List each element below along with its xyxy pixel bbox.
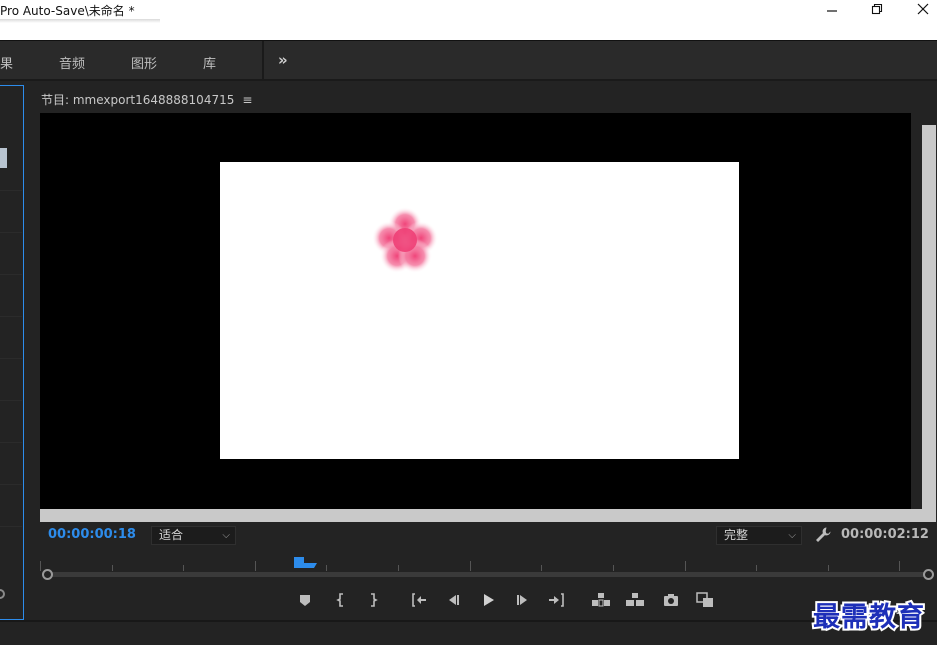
- go-to-in-button[interactable]: [408, 589, 430, 611]
- restore-icon: [871, 3, 883, 15]
- zoom-slider-handle[interactable]: [0, 589, 5, 599]
- more-workspaces-button[interactable]: »: [278, 51, 288, 69]
- app-window: Pro Auto-Save\未命名 * 果 音频 图形 库 » 节目: mmex…: [0, 0, 937, 645]
- panel-row: [0, 442, 22, 443]
- button-editor-button[interactable]: [694, 589, 716, 611]
- play-button[interactable]: [477, 589, 499, 611]
- go-to-in-icon: [412, 593, 426, 607]
- project-panel[interactable]: [0, 85, 24, 620]
- panel-row: [0, 232, 22, 233]
- ruler-tick: [756, 565, 757, 571]
- tab-libraries[interactable]: 库: [203, 53, 216, 72]
- panel-row: [0, 190, 22, 191]
- add-marker-icon: [300, 595, 310, 606]
- zoom-bar-right-handle[interactable]: [923, 569, 934, 580]
- panel-row: [0, 316, 22, 317]
- restore-button[interactable]: [857, 0, 897, 18]
- go-to-out-icon: [549, 593, 564, 607]
- chevron-down-icon: ⌵: [222, 530, 230, 541]
- panel-row: [0, 400, 22, 401]
- lift-icon: [592, 593, 610, 607]
- panel-menu-icon[interactable]: ≡: [242, 93, 252, 107]
- camera-icon: [664, 594, 678, 606]
- time-ruler[interactable]: [40, 557, 928, 571]
- monitor-title: 节目: mmexport1648888104715: [41, 93, 235, 107]
- zoom-bar-left-handle[interactable]: [42, 569, 53, 580]
- watermark-logo: 最需教育: [811, 600, 926, 635]
- play-icon: [484, 594, 494, 606]
- video-frame: [220, 162, 739, 459]
- vertical-scrollbar[interactable]: [922, 125, 936, 509]
- playback-resolution-select[interactable]: 完整 ⌵: [716, 526, 802, 545]
- settings-wrench-icon[interactable]: [814, 526, 832, 544]
- window-title: Pro Auto-Save\未命名 *: [0, 4, 135, 18]
- flower-graphic: [372, 207, 438, 273]
- current-timecode[interactable]: 00:00:00:18: [48, 527, 136, 542]
- extract-button[interactable]: [624, 589, 646, 611]
- playhead-marker[interactable]: [294, 557, 317, 569]
- panel-row: [0, 484, 22, 485]
- panel-row: [0, 526, 22, 527]
- add-marker-button[interactable]: [294, 589, 316, 611]
- export-frame-button[interactable]: [660, 589, 682, 611]
- timeline-zoom-bar[interactable]: [44, 572, 930, 577]
- file-icon: [0, 148, 7, 168]
- program-monitor: 节目: mmexport1648888104715 ≡ 00:00:00:18 …: [30, 85, 937, 620]
- tab-effects[interactable]: 果: [0, 53, 13, 72]
- tab-graphics[interactable]: 图形: [131, 53, 157, 72]
- ruler-tick: [828, 565, 829, 571]
- ruler-tick: [541, 565, 542, 571]
- duration-timecode: 00:00:02:12: [841, 527, 929, 542]
- ruler-tick: [40, 561, 41, 571]
- step-back-icon: [449, 595, 459, 605]
- mark-out-icon: [371, 593, 378, 607]
- title-bar: Pro Auto-Save\未命名 *: [0, 0, 937, 40]
- close-button[interactable]: [903, 0, 937, 18]
- ruler-tick: [685, 561, 686, 571]
- step-forward-button[interactable]: [512, 589, 534, 611]
- ruler-tick: [470, 561, 471, 571]
- ruler-tick: [255, 561, 256, 571]
- workspace-divider: [262, 41, 264, 80]
- step-back-button[interactable]: [442, 589, 464, 611]
- button-editor-icon: [696, 592, 713, 607]
- chevron-down-icon: ⌵: [788, 530, 796, 541]
- panel-row: [0, 274, 22, 275]
- ruler-tick: [899, 561, 900, 571]
- video-viewer[interactable]: [40, 113, 911, 509]
- minimize-icon: [827, 10, 837, 12]
- panel-row: [0, 358, 22, 359]
- horizontal-scrollbar[interactable]: [40, 509, 936, 522]
- zoom-level-value: 适合: [159, 528, 184, 542]
- ruler-tick: [326, 565, 327, 571]
- ruler-tick: [183, 565, 184, 571]
- mark-in-icon: [336, 593, 343, 607]
- bottom-panel: [0, 620, 937, 645]
- mark-in-button[interactable]: [330, 589, 352, 611]
- go-to-out-button[interactable]: [546, 589, 568, 611]
- ruler-tick: [112, 565, 113, 571]
- extract-icon: [626, 593, 644, 606]
- playback-resolution-value: 完整: [724, 528, 749, 542]
- monitor-header: 节目: mmexport1648888104715 ≡: [41, 91, 252, 108]
- step-forward-icon: [517, 595, 527, 605]
- mark-out-button[interactable]: [362, 589, 384, 611]
- workspace-bar: 果 音频 图形 库 »: [0, 40, 937, 81]
- close-icon: [917, 3, 929, 15]
- minimize-button[interactable]: [812, 0, 852, 18]
- ruler-tick: [398, 565, 399, 571]
- tab-audio[interactable]: 音频: [59, 53, 85, 72]
- zoom-level-select[interactable]: 适合 ⌵: [151, 526, 236, 545]
- ruler-tick: [613, 565, 614, 571]
- lift-button[interactable]: [590, 589, 612, 611]
- title-shadow: [0, 19, 160, 23]
